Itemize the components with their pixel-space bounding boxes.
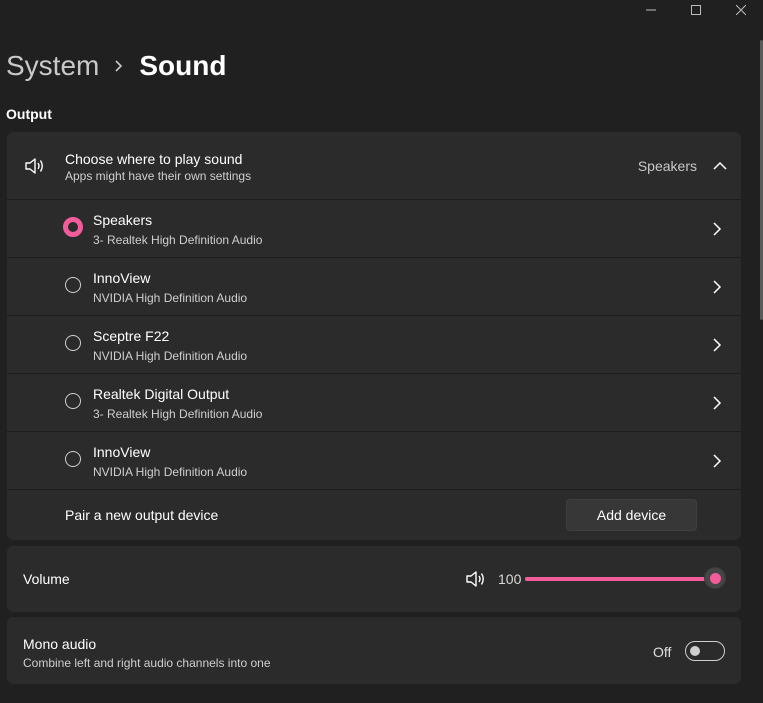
page-title: Sound bbox=[139, 50, 227, 81]
device-name: Speakers bbox=[93, 212, 153, 228]
device-radio[interactable] bbox=[65, 277, 81, 293]
output-header-subtitle: Apps might have their own settings bbox=[65, 169, 252, 183]
breadcrumb: System Sound bbox=[6, 50, 226, 82]
device-text: Sceptre F22 NVIDIA High Definition Audio bbox=[93, 328, 247, 363]
device-driver: 3- Realtek High Definition Audio bbox=[93, 407, 263, 421]
mono-audio-toggle[interactable] bbox=[685, 641, 725, 661]
pair-device-row: Pair a new output device Add device bbox=[7, 490, 741, 540]
device-driver: 3- Realtek High Definition Audio bbox=[93, 233, 263, 247]
chevron-right-icon bbox=[713, 222, 722, 236]
output-header-text: Choose where to play sound Apps might ha… bbox=[65, 151, 251, 183]
minimize-button[interactable] bbox=[628, 0, 673, 20]
minimize-icon bbox=[645, 9, 656, 11]
toggle-knob bbox=[690, 646, 700, 656]
device-text: InnoView NVIDIA High Definition Audio bbox=[93, 270, 247, 305]
chevron-right-icon bbox=[713, 338, 722, 352]
device-driver: NVIDIA High Definition Audio bbox=[93, 349, 248, 363]
device-name: InnoView bbox=[93, 270, 151, 286]
device-text: Realtek Digital Output 3- Realtek High De… bbox=[93, 386, 262, 421]
volume-slider[interactable] bbox=[525, 567, 726, 589]
output-section-label: Output bbox=[6, 106, 52, 122]
device-row[interactable]: InnoView NVIDIA High Definition Audio bbox=[7, 258, 741, 316]
device-radio[interactable] bbox=[65, 335, 81, 351]
maximize-icon bbox=[690, 5, 701, 15]
device-row[interactable]: Speakers 3- Realtek High Definition Audio bbox=[7, 200, 741, 258]
volume-value: 100 bbox=[498, 571, 522, 587]
chevron-right-icon bbox=[115, 60, 123, 72]
volume-slider-thumb[interactable] bbox=[704, 567, 726, 589]
device-row[interactable]: InnoView NVIDIA High Definition Audio bbox=[7, 432, 741, 490]
device-driver: NVIDIA High Definition Audio bbox=[93, 291, 248, 305]
chevron-up-icon[interactable] bbox=[713, 159, 727, 173]
output-card: Choose where to play sound Apps might ha… bbox=[7, 132, 741, 540]
device-name: Sceptre F22 bbox=[93, 328, 170, 344]
output-device-header[interactable]: Choose where to play sound Apps might ha… bbox=[7, 132, 741, 200]
mono-toggle-state: Off bbox=[653, 644, 672, 660]
volume-label: Volume bbox=[23, 571, 70, 587]
pair-device-label: Pair a new output device bbox=[65, 507, 219, 523]
device-radio[interactable] bbox=[65, 451, 81, 467]
mono-audio-card: Mono audio Combine left and right audio … bbox=[7, 617, 741, 684]
device-row[interactable]: Realtek Digital Output 3- Realtek High De… bbox=[7, 374, 741, 432]
chevron-right-icon bbox=[713, 396, 722, 410]
close-button[interactable] bbox=[718, 0, 763, 20]
speaker-icon bbox=[25, 158, 43, 174]
maximize-button[interactable] bbox=[673, 0, 718, 20]
device-text: InnoView NVIDIA High Definition Audio bbox=[93, 444, 247, 479]
mono-audio-title: Mono audio bbox=[23, 636, 97, 652]
device-driver: NVIDIA High Definition Audio bbox=[93, 465, 248, 479]
output-header-title: Choose where to play sound bbox=[65, 151, 243, 167]
device-name: Realtek Digital Output bbox=[93, 386, 230, 402]
device-radio[interactable] bbox=[63, 217, 83, 237]
device-row[interactable]: Sceptre F22 NVIDIA High Definition Audio bbox=[7, 316, 741, 374]
volume-card: Volume 100 bbox=[7, 546, 741, 612]
close-icon bbox=[735, 5, 746, 15]
breadcrumb-system[interactable]: System bbox=[6, 50, 99, 82]
chevron-right-icon bbox=[713, 280, 722, 294]
device-text: Speakers 3- Realtek High Definition Audio bbox=[93, 212, 262, 247]
volume-slider-fill bbox=[525, 577, 715, 581]
window-controls bbox=[628, 0, 763, 20]
add-device-button[interactable]: Add device bbox=[566, 499, 697, 531]
device-name: InnoView bbox=[93, 444, 151, 460]
chevron-right-icon bbox=[713, 454, 722, 468]
mono-audio-subtitle: Combine left and right audio channels in… bbox=[23, 656, 271, 670]
selected-device-value: Speakers bbox=[637, 158, 697, 174]
volume-icon[interactable] bbox=[465, 569, 487, 589]
device-list: Speakers 3- Realtek High Definition Audio… bbox=[7, 200, 741, 490]
device-radio[interactable] bbox=[65, 393, 81, 409]
